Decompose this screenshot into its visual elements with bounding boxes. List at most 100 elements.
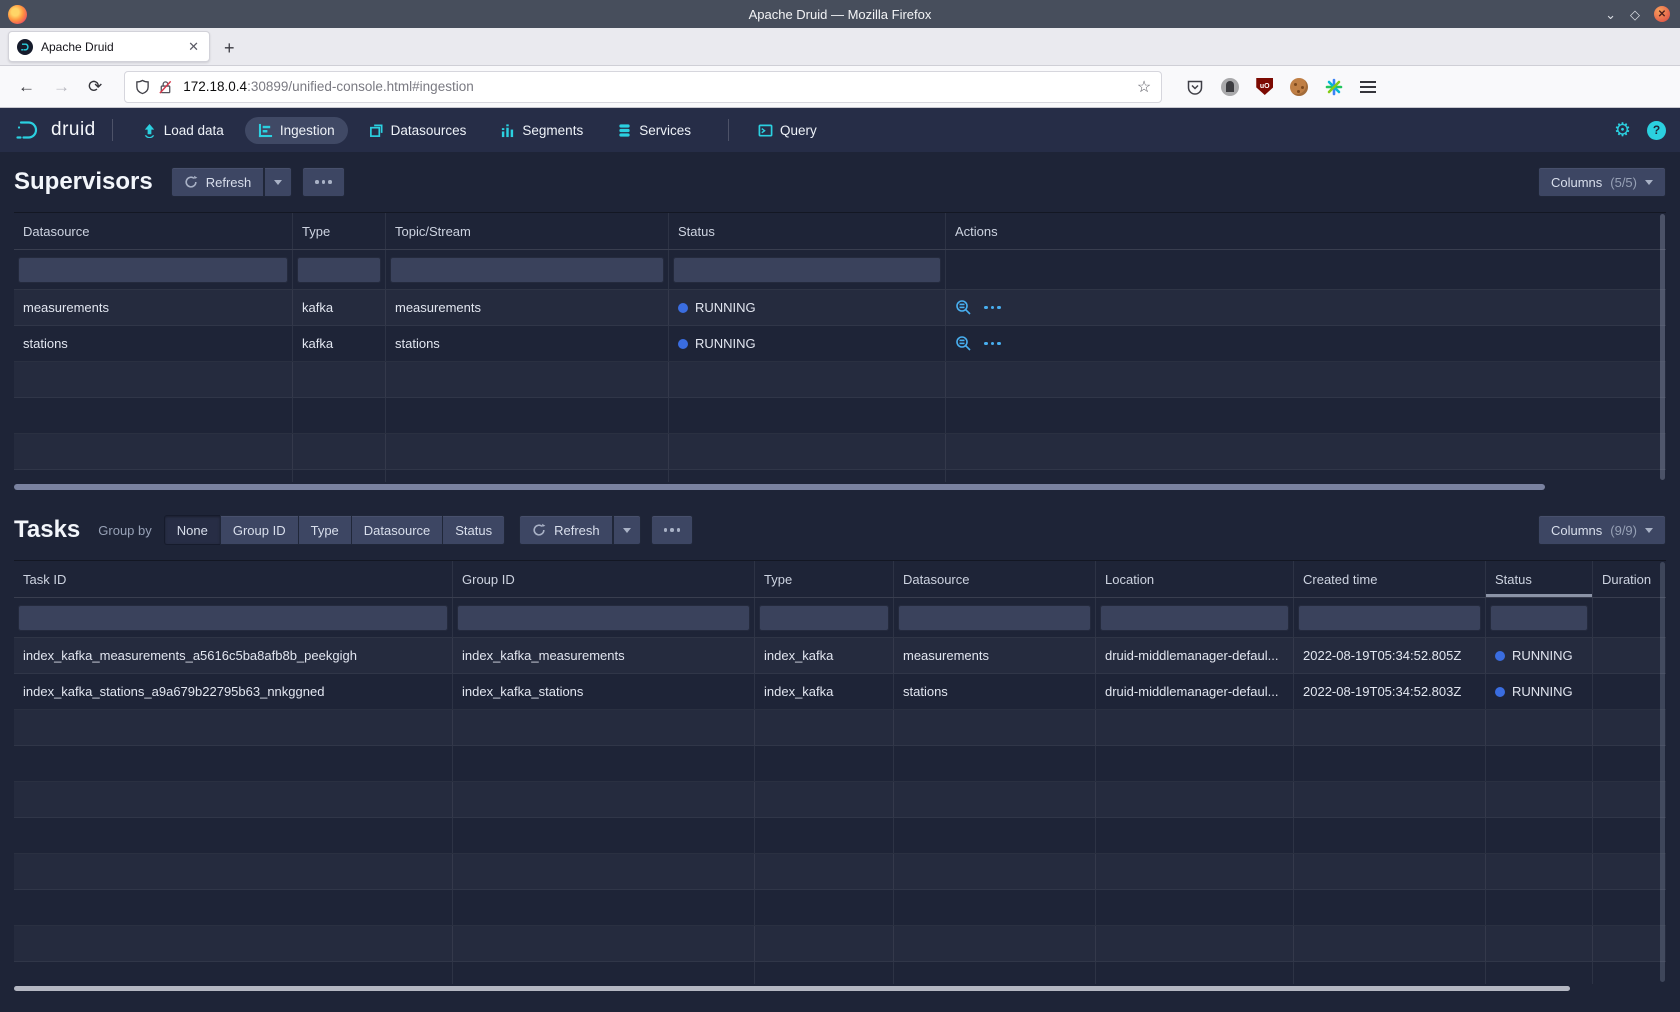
tasks-vertical-scrollbar[interactable] — [1660, 562, 1665, 982]
nav-ingestion[interactable]: Ingestion — [245, 117, 348, 144]
datasource-filter-input[interactable] — [898, 605, 1091, 631]
row-more-icon[interactable] — [984, 306, 1001, 310]
inspect-magnifier-icon[interactable] — [955, 299, 972, 316]
help-icon[interactable]: ? — [1647, 121, 1666, 140]
location-filter-input[interactable] — [1100, 605, 1289, 631]
type-filter-input[interactable] — [297, 257, 381, 283]
supervisors-refresh-caret-button[interactable] — [264, 167, 292, 197]
column-header-actions[interactable]: Actions — [946, 213, 1666, 249]
minimize-icon[interactable]: ⌄ — [1605, 8, 1616, 21]
created-time-cell: 2022-08-19T05:34:52.805Z — [1294, 638, 1486, 673]
supervisors-horizontal-scrollbar[interactable] — [14, 484, 1545, 490]
nav-datasources[interactable]: Datasources — [356, 117, 480, 144]
column-header-type[interactable]: Type — [293, 213, 386, 249]
column-header-datasource[interactable]: Datasource — [894, 561, 1096, 597]
nav-label: Query — [780, 123, 817, 138]
tasks-columns-button[interactable]: Columns (9/9) — [1538, 515, 1666, 545]
column-header-location[interactable]: Location — [1096, 561, 1294, 597]
group-by-none-button[interactable]: None — [164, 515, 220, 545]
supervisors-controls: Supervisors Refresh Columns (5/5) — [14, 162, 1666, 202]
maximize-icon[interactable]: ◇ — [1630, 8, 1640, 21]
empty-row — [14, 434, 1666, 470]
nav-load-data[interactable]: Load data — [129, 117, 237, 144]
column-header-topic-stream[interactable]: Topic/Stream — [386, 213, 669, 249]
datasource-cell: measurements — [894, 638, 1096, 673]
supervisors-filter-row — [14, 250, 1666, 290]
pocket-icon[interactable] — [1186, 78, 1204, 96]
datasource-filter-input[interactable] — [18, 257, 288, 283]
settings-gear-icon[interactable]: ⚙ — [1614, 121, 1631, 140]
empty-row — [14, 710, 1666, 746]
datasource-cell: stations — [894, 674, 1096, 709]
group-id-filter-input[interactable] — [457, 605, 750, 631]
column-header-status[interactable]: Status — [669, 213, 946, 249]
group-by-group-id-button[interactable]: Group ID — [220, 515, 298, 545]
supervisors-vertical-scrollbar[interactable] — [1660, 214, 1665, 480]
nav-query[interactable]: Query — [745, 117, 830, 144]
column-header-group-id[interactable]: Group ID — [453, 561, 755, 597]
url-bar[interactable]: 172.18.0.4:30899/unified-console.html#in… — [124, 71, 1162, 103]
empty-row — [14, 890, 1666, 926]
supervisors-more-button[interactable] — [302, 167, 345, 197]
column-header-datasource[interactable]: Datasource — [14, 213, 293, 249]
privacy-extension-icon[interactable] — [1221, 78, 1239, 96]
tab-title: Apache Druid — [41, 40, 186, 54]
column-header-type[interactable]: Type — [755, 561, 894, 597]
task-id-filter-input[interactable] — [18, 605, 448, 631]
tasks-refresh-button[interactable]: Refresh — [519, 515, 613, 545]
type-filter-input[interactable] — [759, 605, 889, 631]
row-more-icon[interactable] — [984, 342, 1001, 346]
location-cell: druid-middlemanager-defaul... — [1096, 638, 1294, 673]
cookie-extension-icon[interactable] — [1290, 78, 1308, 96]
actions-cell — [946, 326, 1666, 361]
supervisors-title: Supervisors — [14, 168, 153, 196]
refresh-label: Refresh — [206, 175, 252, 190]
divider — [112, 119, 113, 141]
topic-filter-input[interactable] — [390, 257, 664, 283]
inspect-magnifier-icon[interactable] — [955, 335, 972, 352]
status-cell: RUNNING — [669, 326, 946, 361]
window-titlebar: Apache Druid — Mozilla Firefox ⌄ ◇ ✕ — [0, 0, 1680, 28]
back-icon[interactable]: ← — [18, 78, 35, 95]
supervisors-columns-button[interactable]: Columns (5/5) — [1538, 167, 1666, 197]
tab-close-icon[interactable]: ✕ — [186, 39, 201, 55]
container-extension-icon[interactable] — [1325, 78, 1343, 96]
column-header-duration[interactable]: Duration — [1593, 561, 1666, 597]
forward-icon[interactable]: → — [53, 78, 70, 95]
services-icon — [617, 123, 632, 138]
url-path: :30899/unified-console.html#ingestion — [247, 79, 474, 94]
empty-row — [14, 962, 1666, 984]
reload-icon[interactable]: ⟳ — [88, 78, 102, 95]
close-icon[interactable]: ✕ — [1654, 6, 1670, 22]
empty-row — [14, 854, 1666, 890]
bookmark-star-icon[interactable]: ☆ — [1137, 77, 1151, 97]
group-by-type-button[interactable]: Type — [298, 515, 351, 545]
columns-count: (9/9) — [1610, 523, 1637, 538]
status-filter-input[interactable] — [1490, 605, 1588, 631]
tasks-controls: Tasks Group by None Group ID Type Dataso… — [14, 510, 1666, 550]
nav-services[interactable]: Services — [604, 117, 704, 144]
group-by-datasource-button[interactable]: Datasource — [351, 515, 442, 545]
new-tab-button[interactable]: + — [224, 39, 235, 57]
actions-cell — [946, 290, 1666, 325]
tasks-more-button[interactable] — [651, 515, 694, 545]
browser-tab[interactable]: Apache Druid ✕ — [8, 31, 210, 62]
tasks-refresh-caret-button[interactable] — [613, 515, 641, 545]
created-time-filter-input[interactable] — [1298, 605, 1481, 631]
column-header-status[interactable]: Status — [1486, 561, 1593, 597]
created-time-cell: 2022-08-19T05:34:52.803Z — [1294, 674, 1486, 709]
supervisors-refresh-button[interactable]: Refresh — [171, 167, 265, 197]
columns-label: Columns — [1551, 523, 1602, 538]
empty-row — [14, 746, 1666, 782]
status-filter-input[interactable] — [673, 257, 941, 283]
refresh-icon — [532, 523, 546, 537]
group-by-status-button[interactable]: Status — [442, 515, 505, 545]
column-header-task-id[interactable]: Task ID — [14, 561, 453, 597]
druid-logo[interactable]: druid — [14, 118, 96, 142]
tasks-horizontal-scrollbar[interactable] — [14, 986, 1570, 991]
menu-icon[interactable] — [1360, 81, 1376, 93]
ublock-icon[interactable]: uO — [1256, 78, 1273, 95]
column-header-created-time[interactable]: Created time — [1294, 561, 1486, 597]
nav-segments[interactable]: Segments — [487, 117, 596, 144]
group-id-cell: index_kafka_measurements — [453, 638, 755, 673]
